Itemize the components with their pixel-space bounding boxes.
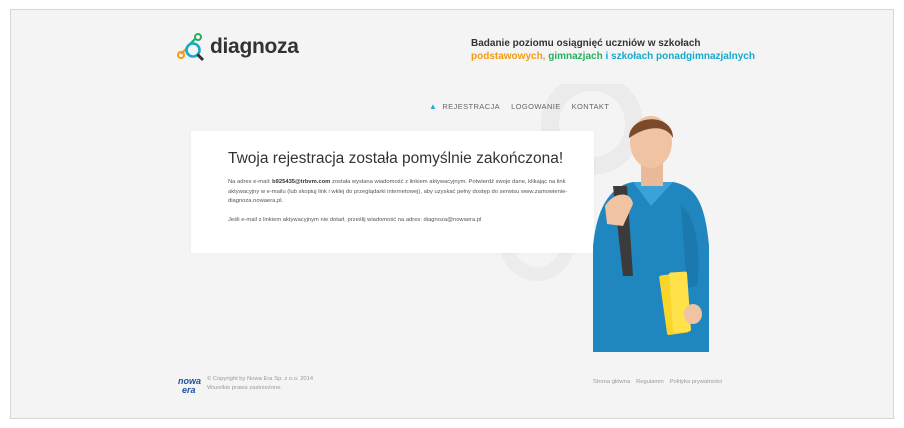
user-email: b925435@trbvm.com <box>272 179 331 185</box>
confirmation-text: Na adres e-mail: b925435@trbvm.com zosta… <box>228 178 578 207</box>
footer-link-privacy[interactable]: Polityka prywatności <box>670 379 723 385</box>
footer-copyright: © Copyright by Nowa Era Sp. z o.o. 2014 … <box>207 375 313 393</box>
tagline-line1: Badanie poziomu osiągnięć uczniów w szko… <box>471 38 701 49</box>
diagnoza-logo[interactable]: diagnoza <box>176 32 299 62</box>
main-nav: ▲ REJESTRACJA LOGOWANIE KONTAKT <box>429 102 620 111</box>
home-icon[interactable]: ▲ <box>429 102 437 111</box>
text-prefix: Na adres e-mail: <box>228 179 273 185</box>
tagline-line2: podstawowych, gimnazjach i szkołach pona… <box>471 50 755 63</box>
footer-link-terms[interactable]: Regulamin <box>636 379 664 385</box>
logo-icon <box>177 33 205 62</box>
footer-link-home[interactable]: Strona główna <box>593 379 630 385</box>
logo-era: era <box>182 385 196 394</box>
tagline-middle-schools: gimnazjach <box>548 51 603 62</box>
confirmation-title: Twoja rejestracja została pomyślnie zako… <box>228 150 564 167</box>
brand-name: diagnoza <box>210 35 299 58</box>
tagline: Badanie poziomu osiągnięć uczniów w szko… <box>471 37 755 63</box>
nav-rejestracja[interactable]: REJESTRACJA <box>442 102 500 111</box>
student-illustration <box>593 116 709 352</box>
footer-links: Strona główna Regulamin Polityka prywatn… <box>593 379 722 385</box>
support-text: Jeśli e-mail z linkiem aktywacyjnym nie … <box>228 217 482 223</box>
nowa-era-logo: nowa era <box>178 376 201 394</box>
nav-logowanie[interactable]: LOGOWANIE <box>511 102 561 111</box>
tagline-high-schools: i szkołach ponadgimnazjalnych <box>602 51 755 62</box>
page-frame: diagnoza Badanie poziomu osiągnięć uczni… <box>10 9 894 419</box>
copyright-line: © Copyright by Nowa Era Sp. z o.o. 2014 <box>207 376 314 382</box>
rights-line: Wszelkie prawa zastrzeżone. <box>207 385 283 391</box>
confirmation-card: Twoja rejestracja została pomyślnie zako… <box>191 131 594 253</box>
tagline-primary-schools: podstawowych, <box>471 51 549 62</box>
